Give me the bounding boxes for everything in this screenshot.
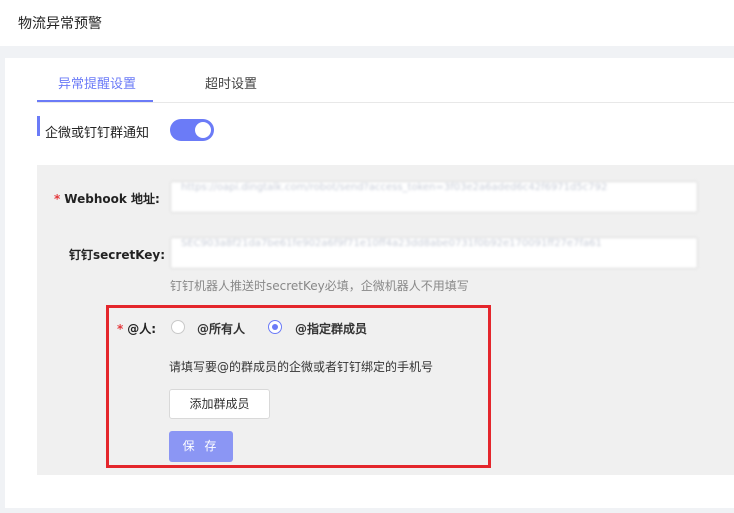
tab-bar: 异常提醒设置 超时设置: [37, 58, 734, 103]
required-mark: *: [54, 192, 61, 206]
section-title: 企微或钉钉群通知: [45, 126, 150, 141]
tab-exception-alert-settings[interactable]: 异常提醒设置: [58, 73, 136, 92]
secret-key-input[interactable]: SEC903a8f21da7be61fe902a6f9f71e10ff4a23d…: [170, 237, 698, 269]
page-header: 物流异常预警: [0, 0, 734, 46]
secret-key-hint: 钉钉机器人推送时secretKey必填，企微机器人不用填写: [170, 279, 469, 293]
webhook-url-input[interactable]: https://oapi.dingtalk.com/robot/send?acc…: [170, 181, 698, 213]
webhook-label: Webhook 地址:: [64, 192, 160, 206]
page-title: 物流异常预警: [18, 16, 102, 32]
notification-toggle[interactable]: [170, 119, 214, 141]
active-tab-indicator: [37, 100, 153, 102]
section-accent-bar: [37, 116, 40, 136]
webhook-label-group: * Webhook 地址:: [54, 190, 160, 207]
tab-timeout-settings[interactable]: 超时设置: [205, 73, 257, 92]
toggle-knob: [195, 122, 211, 138]
highlight-annotation-box: [106, 305, 491, 468]
secret-key-label: 钉钉secretKey:: [69, 248, 166, 262]
